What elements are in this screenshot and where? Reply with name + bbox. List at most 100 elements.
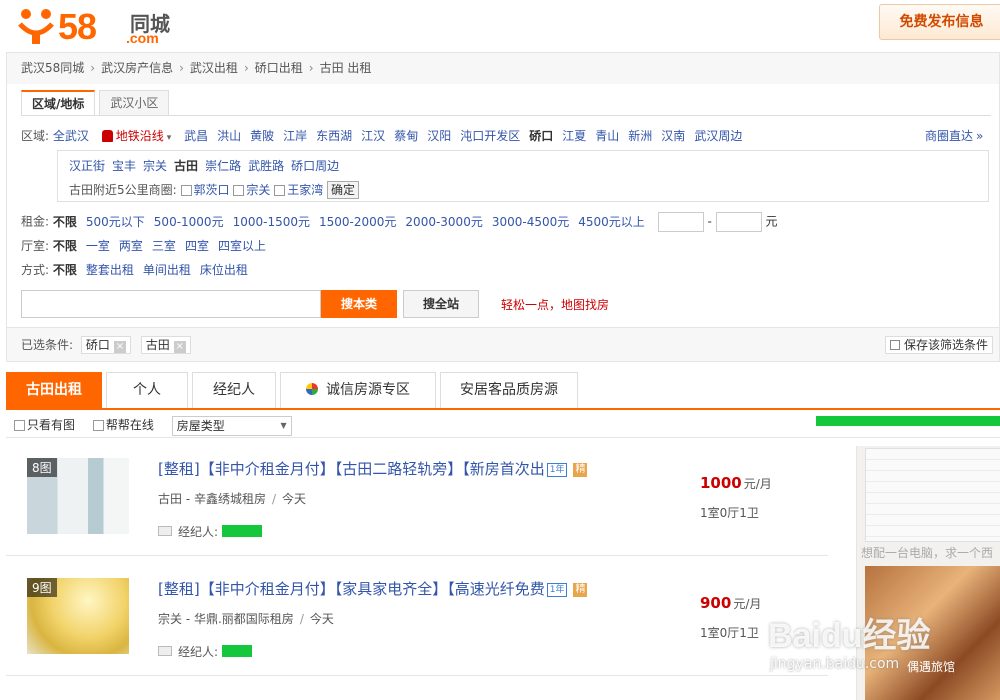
layout-option[interactable]: 两室 xyxy=(119,239,143,253)
layout-option-selected[interactable]: 不限 xyxy=(53,239,77,253)
close-icon[interactable]: × xyxy=(113,341,126,353)
district-item[interactable]: 洪山 xyxy=(217,129,241,143)
tab-gutian-rent[interactable]: 古田出租 xyxy=(6,372,102,408)
breadcrumb-item[interactable]: 武汉房产信息 xyxy=(101,61,173,75)
district-item[interactable]: 汉南 xyxy=(661,129,685,143)
subarea-item-selected[interactable]: 古田 xyxy=(174,159,198,173)
tab-trusted-listings[interactable]: 诚信房源专区 xyxy=(280,372,436,408)
tab-personal[interactable]: 个人 xyxy=(106,372,188,408)
rent-option-selected[interactable]: 不限 xyxy=(53,215,77,229)
district-item[interactable]: 江汉 xyxy=(361,129,385,143)
ad-caption[interactable]: 想配一台电脑，求一个西 xyxy=(861,544,993,561)
breadcrumb-item[interactable]: 武汉出租 xyxy=(190,61,238,75)
rent-option[interactable]: 4500元以上 xyxy=(578,215,645,229)
rent-max-input[interactable] xyxy=(715,212,762,232)
tab-anjuke-quality[interactable]: 安居客品质房源 xyxy=(440,372,578,408)
close-icon[interactable]: × xyxy=(173,341,186,353)
region-all[interactable]: 全武汉 xyxy=(53,129,89,143)
listing-title[interactable]: [整租]【非中介租金月付】【家具家电齐全】【高速光纤免费 1年精 xyxy=(158,578,588,599)
ad-image[interactable] xyxy=(865,448,1000,542)
listing-thumbnail[interactable]: 9图 xyxy=(27,578,129,654)
rent-option[interactable]: 1000-1500元 xyxy=(233,215,310,229)
tab-region[interactable]: 区域/地标 xyxy=(21,90,96,116)
breadcrumb-item[interactable]: 硚口出租 xyxy=(255,61,303,75)
rent-option[interactable]: 2000-3000元 xyxy=(405,215,482,229)
layout-option[interactable]: 四室以上 xyxy=(218,239,266,253)
layout-option[interactable]: 三室 xyxy=(152,239,176,253)
rent-min-input[interactable] xyxy=(657,212,704,232)
district-item[interactable]: 青山 xyxy=(595,129,619,143)
save-filter-button[interactable]: 保存该筛选条件 xyxy=(885,336,994,354)
checkbox[interactable] xyxy=(14,420,25,431)
meta-separator: / xyxy=(299,612,304,626)
nearby-checkbox[interactable] xyxy=(180,185,192,196)
nearby-item[interactable]: 宗关 xyxy=(246,183,270,197)
district-item[interactable]: 江岸 xyxy=(283,129,307,143)
online-toggle[interactable]: 帮帮在线 xyxy=(92,418,154,432)
district-item[interactable]: 武汉周边 xyxy=(694,129,742,143)
tab-agent[interactable]: 经纪人 xyxy=(192,372,276,408)
house-type-select[interactable]: 房屋类型 xyxy=(171,415,292,436)
tab-community[interactable]: 武汉小区 xyxy=(99,90,170,116)
district-item[interactable]: 武昌 xyxy=(184,129,208,143)
subarea-item[interactable]: 硚口周边 xyxy=(291,159,339,173)
checkbox[interactable] xyxy=(92,420,104,431)
layout-option[interactable]: 四室 xyxy=(185,239,209,253)
district-item[interactable]: 新洲 xyxy=(628,129,652,143)
business-area-shortcut[interactable]: 商圈直达» xyxy=(925,127,983,144)
area-link[interactable]: 古田 xyxy=(158,492,182,506)
breadcrumb-item[interactable]: 武汉58同城 xyxy=(21,61,84,75)
site-logo[interactable]: 58 同城 .com xyxy=(14,4,174,47)
district-item-selected[interactable]: 硚口 xyxy=(529,129,553,143)
logo-domain: .com xyxy=(126,30,159,46)
list-item[interactable]: 8图 [整租]【非中介租金月付】【古田二路轻轨旁】【新房首次出 1年精 古田 - … xyxy=(6,438,828,556)
subarea-item[interactable]: 崇仁路 xyxy=(205,159,241,173)
mode-option[interactable]: 单间出租 xyxy=(143,263,191,277)
only-photo-toggle[interactable]: 只看有图 xyxy=(14,418,75,432)
nearby-checkbox[interactable] xyxy=(274,185,286,196)
nearby-item[interactable]: 郭茨口 xyxy=(194,183,230,197)
district-item[interactable]: 江夏 xyxy=(562,129,586,143)
post-info-button[interactable]: 免费发布信息 xyxy=(879,4,1000,40)
search-site-button[interactable]: 搜全站 xyxy=(403,290,479,318)
area-link[interactable]: 宗关 xyxy=(158,612,182,626)
mode-option-selected[interactable]: 不限 xyxy=(53,263,77,277)
community-link[interactable]: 辛鑫绣城租房 xyxy=(194,492,266,506)
subarea-item[interactable]: 武胜路 xyxy=(248,159,284,173)
rent-option[interactable]: 1500-2000元 xyxy=(319,215,396,229)
listing-thumbnail[interactable]: 8图 xyxy=(27,458,129,534)
mode-option[interactable]: 床位出租 xyxy=(200,263,248,277)
metro-filter[interactable]: 地铁沿线 ▾ xyxy=(101,129,171,143)
search-category-button[interactable]: 搜本类 xyxy=(321,290,397,318)
breadcrumb: 武汉58同城 › 武汉房产信息 › 武汉出租 › 硚口出租 › 古田 出租 xyxy=(6,52,1000,84)
rent-option[interactable]: 500-1000元 xyxy=(154,215,224,229)
district-item[interactable]: 蔡甸 xyxy=(394,129,418,143)
community-link[interactable]: 华鼎.丽都国际租房 xyxy=(194,612,294,626)
subarea-item[interactable]: 宗关 xyxy=(143,159,167,173)
rent-option[interactable]: 500元以下 xyxy=(86,215,145,229)
subarea-item[interactable]: 汉正街 xyxy=(69,159,105,173)
district-item[interactable]: 黄陂 xyxy=(250,129,274,143)
district-item[interactable]: 东西湖 xyxy=(316,129,352,143)
ad-caption[interactable]: 偶遇旅馆 xyxy=(907,658,955,675)
rent-option[interactable]: 3000-4500元 xyxy=(492,215,569,229)
nearby-item[interactable]: 王家湾 xyxy=(287,183,323,197)
map-search-link[interactable]: 轻松一点，地图找房 xyxy=(501,296,609,313)
layout-option[interactable]: 一室 xyxy=(86,239,110,253)
list-item[interactable]: 9图 [整租]【非中介租金月付】【家具家电齐全】【高速光纤免费 1年精 宗关 - … xyxy=(6,558,828,676)
confirm-button[interactable]: 确定 xyxy=(327,181,360,199)
district-item[interactable]: 沌口开发区 xyxy=(460,129,520,143)
selected-tag-label: 古田 xyxy=(145,338,170,352)
redaction-mask xyxy=(816,416,1000,426)
listing-meta: 宗关 - 华鼎.丽都国际租房 / 今天 xyxy=(158,610,334,627)
district-item[interactable]: 汉阳 xyxy=(427,129,451,143)
rent-range-dash: - xyxy=(707,214,712,229)
mode-option[interactable]: 整套出租 xyxy=(86,263,134,277)
nearby-checkbox[interactable] xyxy=(233,185,245,196)
subarea-item[interactable]: 宝丰 xyxy=(112,159,136,173)
watermark-url: jingyan.baidu.com xyxy=(770,656,900,672)
tab-divider xyxy=(21,115,991,116)
search-input[interactable] xyxy=(21,290,321,318)
listing-title[interactable]: [整租]【非中介租金月付】【古田二路轻轨旁】【新房首次出 1年精 xyxy=(158,458,588,479)
listing-agent: 经纪人: xyxy=(158,643,253,660)
